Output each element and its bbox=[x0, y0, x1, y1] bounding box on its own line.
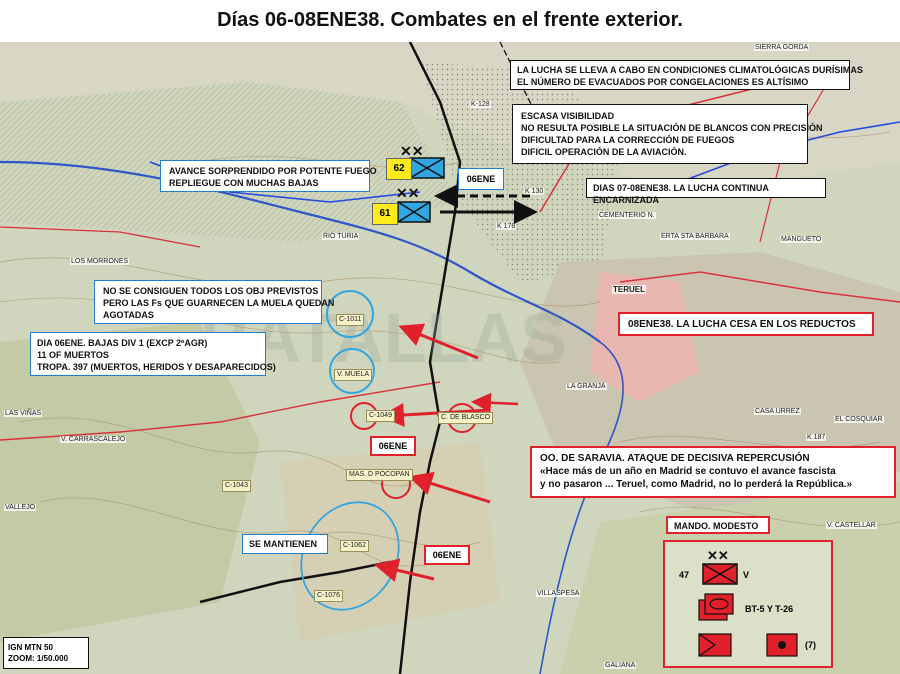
scale-note: IGN MTN 50 ZOOM: 1/50.000 bbox=[3, 637, 89, 669]
svg-text:✕✕: ✕✕ bbox=[400, 143, 423, 159]
casualties-note: DIA 06ENE. BAJAS DIV 1 (EXCP 2ºAGR) 11 O… bbox=[30, 332, 276, 376]
command-note: MANDO. MODESTO bbox=[666, 516, 770, 534]
date-06ene-top: 06ENE bbox=[458, 168, 504, 190]
position-c1076: C-1076 bbox=[314, 590, 343, 602]
position-c1043: C-1043 bbox=[222, 480, 251, 492]
position-c1049: C-1049 bbox=[366, 410, 395, 422]
advance-note: AVANCE SORPRENDIDO POR POTENTE FUEGO REP… bbox=[160, 160, 377, 192]
svg-text:✕✕: ✕✕ bbox=[707, 548, 729, 563]
circle-c1062-c1076 bbox=[300, 501, 400, 611]
arrow-attack-pocopan bbox=[408, 471, 491, 504]
position-pocopan: MAS. D POCOPAN bbox=[346, 469, 413, 481]
legend-tanks: BT-5 Y T-26 bbox=[745, 604, 794, 614]
legend-corps-v: V bbox=[743, 570, 750, 580]
climate-note: LA LUCHA SE LLEVA A CABO EN CONDICIONES … bbox=[510, 60, 863, 90]
visibility-note: ESCASA VISIBILIDAD NO RESULTA POSIBLE LA… bbox=[512, 104, 823, 164]
objectives-note: NO SE CONSIGUEN TODOS LOS OBJ PREVISTOS … bbox=[94, 280, 334, 324]
legend-count: (7) bbox=[805, 640, 816, 650]
republican-units-legend: ✕✕ 47 V BT-5 Y T-26 (7) bbox=[663, 540, 833, 668]
days-0708-note: DIAS 07-08ENE38. LA LUCHA CONTINUA ENCAR… bbox=[586, 178, 826, 205]
legend-unit-47: 47 bbox=[679, 570, 690, 580]
unit-61-tag: 61 bbox=[372, 203, 398, 225]
saravia-order: OO. DE SARAVIA. ATAQUE DE DECISIVA REPER… bbox=[530, 446, 896, 498]
svg-text:✕✕: ✕✕ bbox=[396, 185, 419, 201]
arrow-attack-c1011 bbox=[398, 323, 479, 360]
arrow-attack-c1062 bbox=[374, 558, 435, 582]
position-blasco: C. DE BLASCO bbox=[438, 412, 494, 424]
unit-61-symbol: ✕✕ bbox=[396, 185, 431, 223]
position-c1062: C-1062 bbox=[340, 540, 369, 552]
arrow-attack-blasco bbox=[471, 392, 519, 413]
date-06ene-mid: 06ENE bbox=[370, 436, 416, 456]
unit-62-tag: 62 bbox=[386, 158, 412, 180]
position-c1011: C-1011 bbox=[336, 314, 365, 326]
position-muela: V. MUELA bbox=[334, 369, 373, 381]
cease-note: 08ENE38. LA LUCHA CESA EN LOS REDUCTOS bbox=[618, 312, 874, 336]
hold-note: SE MANTIENEN bbox=[242, 534, 328, 554]
map-figure: Días 06-08ENE38. Combates en el frente e… bbox=[0, 0, 900, 674]
date-06ene-low: 06ENE bbox=[424, 545, 470, 565]
